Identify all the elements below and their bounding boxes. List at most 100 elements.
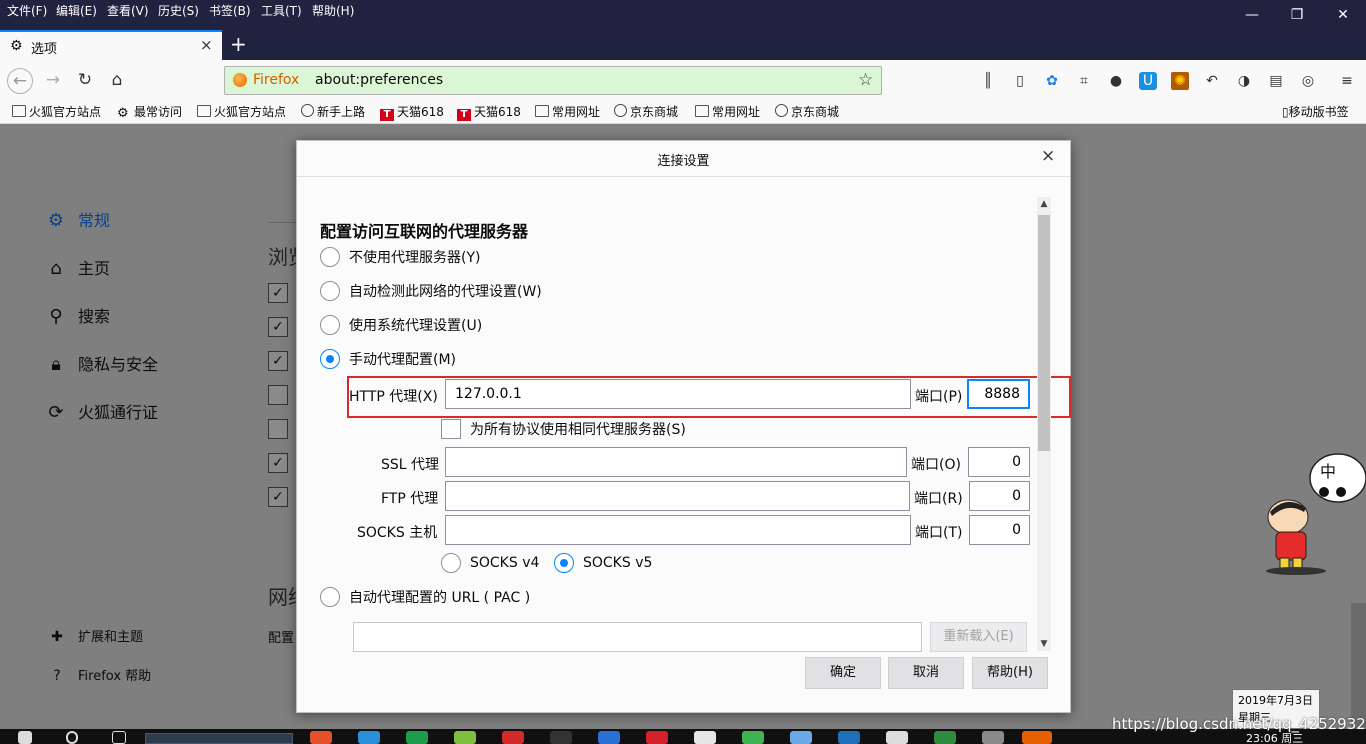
taskbar-app-icon[interactable] [838,731,860,744]
forward-button[interactable]: → [40,68,66,94]
pane-checkbox[interactable] [268,419,288,439]
socks-port-input[interactable] [969,515,1030,545]
glasses-icon[interactable]: ◑ [1235,72,1253,90]
home-button[interactable]: ⌂ [104,68,130,94]
pane-checkbox[interactable]: ✓ [268,351,288,371]
radio-auto-detect[interactable]: 自动检测此网络的代理设置(W) [320,281,542,303]
radio-button[interactable] [441,553,461,573]
page-scrollbar[interactable] [1351,603,1366,729]
taskbar-app-icon[interactable] [742,731,764,744]
new-tab-button[interactable]: + [230,32,247,56]
sidebar-item-general[interactable]: ⚙ 常规 [44,207,110,231]
radio-button-selected[interactable] [554,553,574,573]
ok-button[interactable]: 确定 [805,657,881,689]
menu-tools[interactable]: 工具(T) [261,2,302,19]
hamburger-menu-icon[interactable]: ≡ [1338,72,1356,90]
url-bar[interactable]: Firefox about:preferences ☆ [224,66,882,95]
taskbar-app-icon[interactable] [310,731,332,744]
menu-bookmarks[interactable]: 书签(B) [209,2,251,19]
pane-checkbox[interactable]: ✓ [268,453,288,473]
bookmark-item[interactable]: T 天猫618 [380,103,444,121]
bookmark-item[interactable]: 京东商城 [614,103,678,120]
sidebar-item-sync[interactable]: ⟳ 火狐通行证 [44,399,158,423]
extension-icon[interactable]: ✺ [1171,72,1189,90]
taskbar-app-icon[interactable] [502,731,524,744]
radio-button-selected[interactable] [320,349,340,369]
pane-checkbox[interactable] [268,385,288,405]
radio-pac-url[interactable]: 自动代理配置的 URL ( PAC ) [320,587,530,609]
bookmark-star-icon[interactable]: ☆ [858,70,873,90]
screenshot-icon[interactable]: ⌗ [1075,72,1093,90]
bookmark-item[interactable]: 常用网址 [535,103,600,120]
taskbar-app-icon[interactable] [550,731,572,744]
radio-system-proxy[interactable]: 使用系统代理设置(U) [320,315,482,337]
taskbar-app-icon[interactable] [886,731,908,744]
menu-edit[interactable]: 编辑(E) [56,2,97,19]
bookmark-item[interactable]: 最常访问 [117,103,182,120]
radio-manual-proxy[interactable]: 手动代理配置(M) [320,349,456,371]
http-port-input[interactable] [967,379,1030,409]
window-close-button[interactable]: ✕ [1328,5,1358,25]
cancel-button[interactable]: 取消 [888,657,964,689]
taskbar-clock[interactable]: 23:06 周三 [1246,730,1303,744]
pane-checkbox[interactable]: ✓ [268,283,288,303]
scroll-down-arrow-icon[interactable]: ▼ [1037,637,1051,651]
taskbar-app-icon[interactable] [790,731,812,744]
menu-help[interactable]: 帮助(H) [312,2,354,19]
pac-url-input[interactable] [353,622,922,652]
sidebar-item-help[interactable]: ? Firefox 帮助 [48,665,151,684]
share-proxy-checkbox-row[interactable]: 为所有协议使用相同代理服务器(S) [441,419,686,439]
dialog-scrollbar[interactable]: ▲ ▼ [1037,197,1051,651]
taskbar-app-icon[interactable] [934,731,956,744]
extension-gear-icon[interactable]: ✿ [1043,72,1061,90]
http-proxy-input[interactable] [445,379,911,409]
minimize-button[interactable]: — [1237,5,1267,25]
tab-preferences[interactable]: ⚙ 选项 × [0,30,222,60]
reload-button[interactable]: ↻ [72,68,98,94]
mobile-bookmarks[interactable]: ▯移动版书签 [1282,103,1349,120]
dialog-close-button[interactable]: × [1041,146,1055,166]
menu-view[interactable]: 查看(V) [107,2,149,19]
help-button[interactable]: 帮助(H) [972,657,1048,689]
menu-file[interactable]: 文件(F) [7,2,47,19]
url-input[interactable]: about:preferences [315,72,443,88]
sidebar-toggle-icon[interactable]: ▯ [1011,72,1029,90]
radio-socks-v5[interactable]: SOCKS v5 [554,553,652,575]
bookmark-item[interactable]: T 天猫618 [457,103,521,121]
search-icon[interactable] [66,731,78,744]
pane-checkbox[interactable]: ✓ [268,317,288,337]
sidebar-item-search[interactable]: ⚲ 搜索 [44,303,110,327]
ssl-proxy-input[interactable] [445,447,907,477]
back-button[interactable]: ← [7,68,33,94]
color-picker-icon[interactable]: ◎ [1299,72,1317,90]
menu-history[interactable]: 历史(S) [158,2,199,19]
radio-button[interactable] [320,247,340,267]
taskbar-search-box[interactable] [145,733,293,744]
library-icon[interactable]: ║ [979,72,997,90]
u-extension-icon[interactable]: U [1139,72,1157,90]
reload-pac-button[interactable]: 重新载入(E) [930,622,1027,652]
radio-button[interactable] [320,281,340,301]
firefox-taskbar-icon[interactable] [1022,731,1052,744]
taskbar-app-icon[interactable] [406,731,428,744]
ftp-port-input[interactable] [969,481,1030,511]
radio-button[interactable] [320,315,340,335]
maximize-button[interactable]: ❐ [1282,5,1312,25]
task-view-icon[interactable] [112,731,126,744]
bookmark-item[interactable]: 常用网址 [695,103,760,120]
undo-icon[interactable]: ↶ [1203,72,1221,90]
sidebar-item-privacy[interactable]: 🔒︎ 隐私与安全 [44,351,158,375]
sidebar-item-home[interactable]: ⌂ 主页 [44,255,110,279]
scroll-up-arrow-icon[interactable]: ▲ [1037,197,1051,211]
taskbar-app-icon[interactable] [694,731,716,744]
bookmark-item[interactable]: 新手上路 [301,103,365,120]
tab-close-button[interactable]: × [200,36,213,54]
bookmark-item[interactable]: 火狐官方站点 [197,103,286,120]
radio-no-proxy[interactable]: 不使用代理服务器(Y) [320,247,480,269]
radio-button[interactable] [320,587,340,607]
socks-host-input[interactable] [445,515,911,545]
chat-icon[interactable]: ● [1107,72,1125,90]
ftp-proxy-input[interactable] [445,481,910,511]
start-icon[interactable] [18,731,32,744]
taskbar-app-icon[interactable] [358,731,380,744]
